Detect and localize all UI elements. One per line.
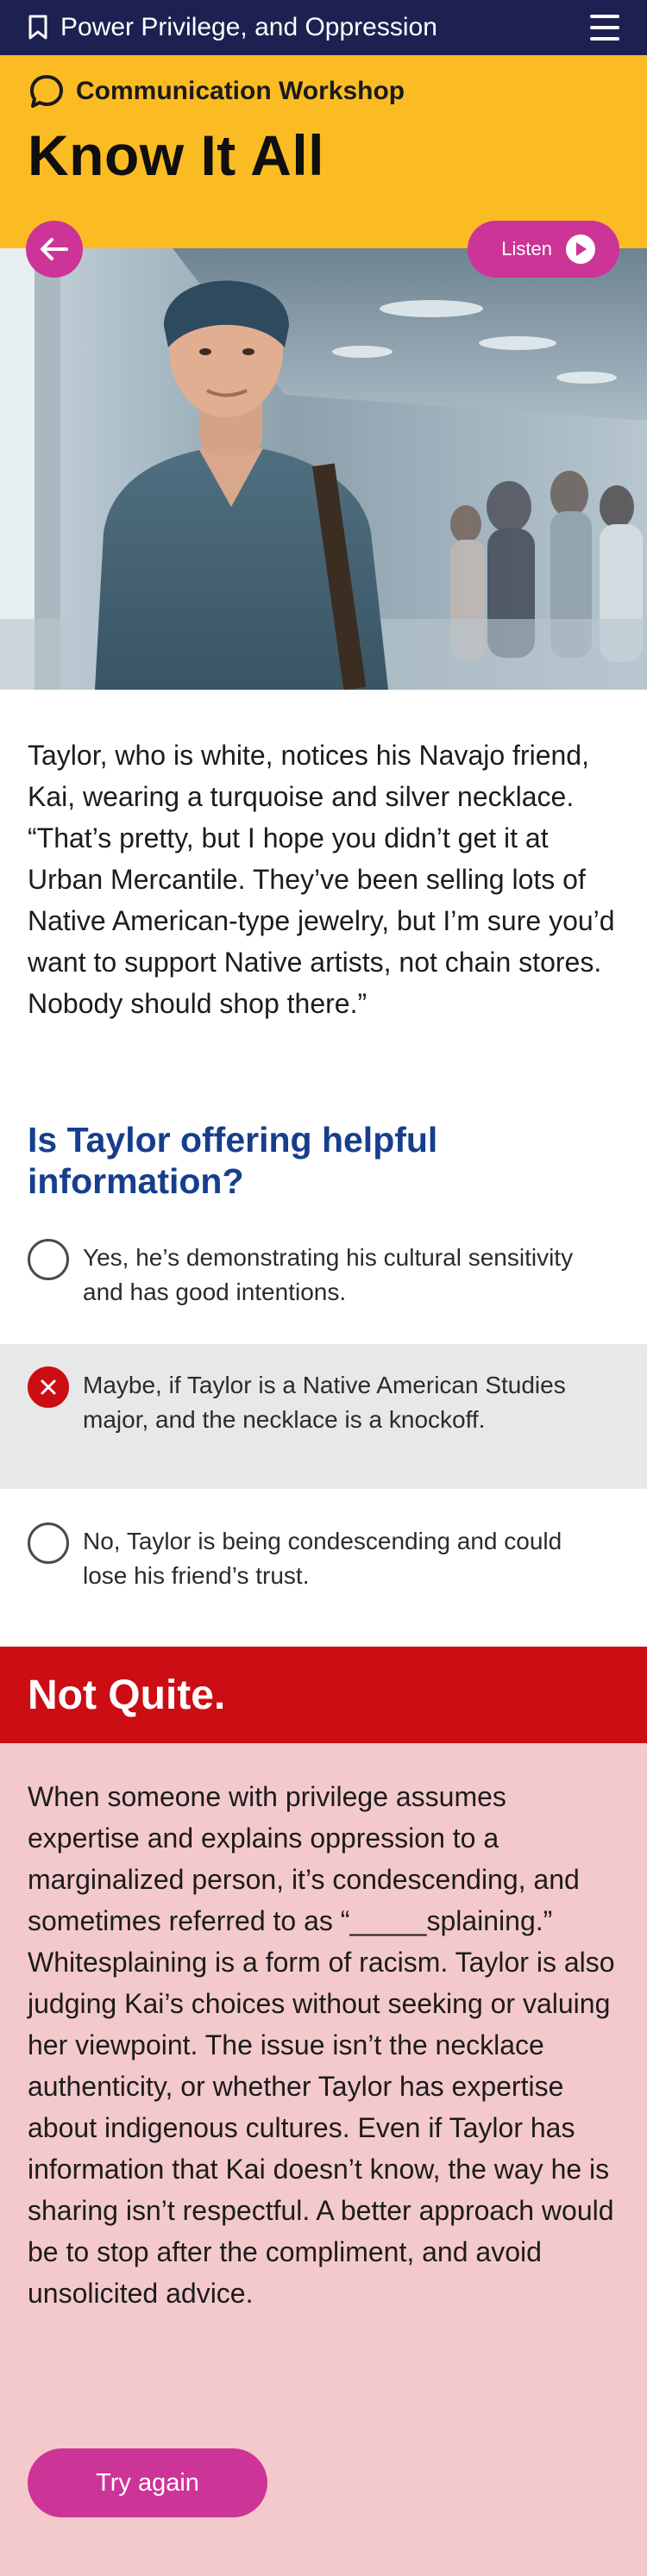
scenario-text: Taylor, who is white, notices his Navajo… <box>28 740 615 1019</box>
speech-bubble-icon <box>30 75 63 108</box>
feedback-banner: Not Quite. <box>0 1647 647 1743</box>
feedback-title: Not Quite. <box>28 1672 226 1718</box>
radio-button[interactable] <box>28 1239 69 1280</box>
answer-text: Yes, he’s demonstrating his cultural sen… <box>83 1244 574 1305</box>
answer-text: No, Taylor is being condescending and co… <box>83 1528 562 1589</box>
radio-button[interactable] <box>28 1522 69 1564</box>
play-icon <box>566 234 595 264</box>
answer-option-no[interactable]: No, Taylor is being condescending and co… <box>0 1522 647 1593</box>
scenario-photo <box>0 248 647 690</box>
bookmark-icon[interactable] <box>28 15 48 41</box>
top-bar: Power Privilege, and Oppression <box>0 0 647 55</box>
answer-text: Maybe, if Taylor is a Native American St… <box>83 1372 566 1433</box>
section-label: Communication Workshop <box>28 72 405 110</box>
arrow-left-icon <box>41 238 68 260</box>
listen-button[interactable]: Listen <box>468 221 619 278</box>
lesson-header: Communication Workshop Know It All <box>0 55 647 248</box>
section-name: Communication Workshop <box>76 77 405 105</box>
question-heading: Is Taylor offering helpful information? <box>28 1120 438 1201</box>
feedback-text: When someone with privilege assumes expe… <box>28 1781 615 2309</box>
back-button[interactable] <box>26 221 83 278</box>
course-title: Power Privilege, and Oppression <box>60 13 437 41</box>
menu-icon[interactable] <box>590 15 619 41</box>
close-icon[interactable] <box>28 1366 69 1408</box>
listen-label: Listen <box>501 238 552 259</box>
answer-option-yes[interactable]: Yes, he’s demonstrating his cultural sen… <box>0 1239 647 1310</box>
try-again-button[interactable]: Try again <box>28 2448 267 2517</box>
answer-option-maybe[interactable]: Maybe, if Taylor is a Native American St… <box>0 1344 647 1489</box>
page-title: Know It All <box>28 123 325 187</box>
